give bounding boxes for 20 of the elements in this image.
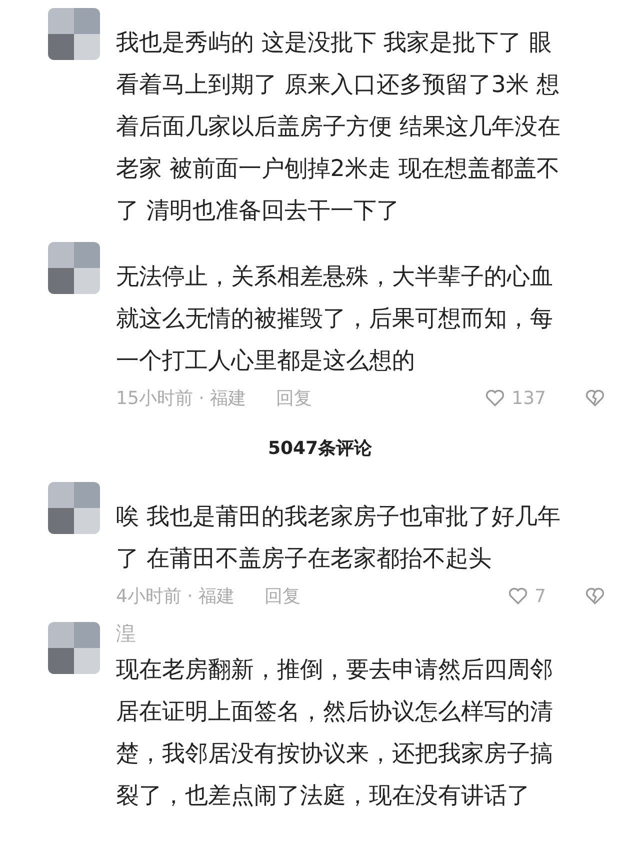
avatar-icon [48,482,100,534]
comment-text: 我也是秀屿的 这是没批下 我家是批下了 眼看着马上到期了 原来入口还多预留了3米 想着后面几家以后盖房子方便 结果这几年没在老家 被前面一户刨掉2米走 现在想盖都盖不了 清明也准备回去干一下了 [116,29,562,226]
comment-text: 现在老房翻新，推倒，要去申请然后四周邻居在证明上面签名，然后协议怎么样写的清楚，我邻居没有按协议来，还把我家房子搞裂了，也差点闹了法庭，现在没有讲话了 [116,656,554,811]
avatar-icon [48,8,100,60]
reply-button[interactable]: 回复 [248,584,301,608]
like-count: 7 [534,586,546,606]
like-count: 137 [512,388,546,408]
username: 湟 [116,621,136,645]
reply-button[interactable]: 回复 [260,386,312,410]
comment-text: 唉 我也是莆田的我老家房子也审批了好几年了 在莆田不盖房子在老家都抬不起头 [116,503,562,574]
comment-time: 15小时前 · 福建 [116,387,246,410]
avatar-icon [48,242,100,294]
broken-heart-icon[interactable] [584,585,606,607]
comment-text: 无法停止，关系相差悬殊，大半辈子的心血就这么无情的被摧毁了，后果可想而知，每一个打工人心里都是这么想的 [116,263,554,376]
broken-heart-icon[interactable] [584,387,606,409]
comment-time: 4小时前 · 福建 [116,585,235,608]
avatar-icon [48,622,100,674]
heart-icon[interactable] [484,387,506,409]
heart-icon[interactable] [506,585,529,607]
comment-count: 5047条评论 [266,437,374,461]
